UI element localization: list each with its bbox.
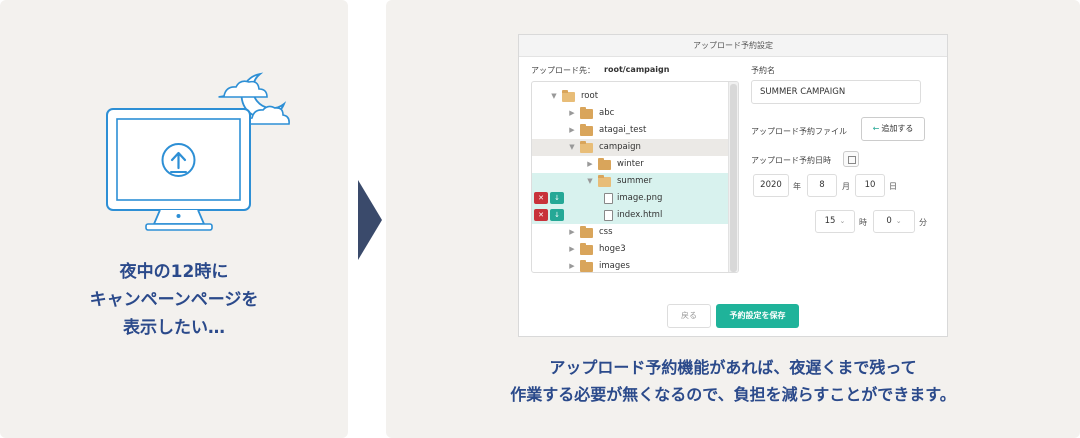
destination-path: root/campaign [604,65,670,74]
right-caption-line: 作業する必要が無くなるので、負担を減らすことができます。 [510,385,956,404]
next-arrow-icon [358,180,382,260]
hour-unit: 時 [859,218,867,227]
upload-file-label: アップロード予約ファイル [751,127,847,136]
calendar-icon[interactable] [843,151,859,167]
tree-row-css[interactable]: ▶ css [532,224,728,241]
upload-schedule-dialog: アップロード予約設定 アップロード先： root/campaign ▼ root… [518,34,948,337]
tree-label: abc [599,108,615,118]
trash-icon[interactable]: ✕ [534,192,548,204]
tree-label: summer [617,176,653,186]
folder-open-icon [562,90,575,102]
arrow-left-icon: ← [872,124,880,133]
folder-icon [580,107,593,119]
tree-label: atagai_test [599,125,647,135]
chevron-down-icon: ⌄ [839,217,846,225]
folder-icon [580,260,593,272]
tree-label: index.html [617,210,663,220]
right-caption-line: アップロード予約機能があれば、夜遅くまで残って [549,358,917,377]
tree-label: winter [617,159,644,169]
folder-tree: ▼ root ▶ abc ▶ atagai_test ▼ campaign ▶ … [531,81,739,273]
add-file-label: 追加する [881,124,914,133]
left-caption-line: キャンペーンページを [89,290,259,310]
upload-icon [161,143,196,177]
tree-label: css [599,227,613,237]
left-caption-line: 夜中の12時に [119,262,229,282]
reservation-name-input[interactable]: SUMMER CAMPAIGN [751,80,921,104]
folder-icon [580,226,593,238]
right-caption: アップロード予約機能があれば、夜遅くまで残って 作業する必要が無くなるので、負担… [386,354,1080,408]
minute-value: 0 [886,216,892,226]
month-unit: 月 [842,182,850,191]
chevron-down-icon[interactable]: ▼ [550,88,558,105]
hour-select[interactable]: 15 ⌄ [815,210,855,233]
tree-row-summer[interactable]: ▼ summer [532,173,728,190]
trash-icon[interactable]: ✕ [534,209,548,221]
tree-row-abc[interactable]: ▶ abc [532,105,728,122]
tree-label: images [599,261,630,271]
folder-icon [580,243,593,255]
destination-label: アップロード先： [531,66,595,75]
add-file-button[interactable]: ← 追加する [861,117,925,141]
tree-label: root [581,91,599,101]
left-caption: 夜中の12時に キャンペーンページを 表示したい… [0,258,348,342]
download-icon[interactable]: ↓ [550,209,564,221]
tree-label: campaign [599,142,641,152]
tree-scrollbar-thumb[interactable] [730,84,737,272]
file-icon [604,193,613,204]
chevron-right-icon[interactable]: ▶ [568,241,576,258]
day-input[interactable]: 10 [855,174,885,197]
year-input[interactable]: 2020 [753,174,789,197]
download-icon[interactable]: ↓ [550,192,564,204]
minute-unit: 分 [919,218,927,227]
chevron-right-icon[interactable]: ▶ [586,156,594,173]
day-unit: 日 [889,182,897,191]
tree-scrollbar[interactable] [728,82,738,272]
tree-row-image-png[interactable]: ✕ ↓ image.png [532,190,728,207]
chevron-right-icon[interactable]: ▶ [568,258,576,272]
monitor-upload-illustration [106,72,290,231]
tree-label: hoge3 [599,244,626,254]
dialog-title: アップロード予約設定 [519,35,947,57]
tree-row-root[interactable]: ▼ root [532,88,728,105]
tree-row-images[interactable]: ▶ images [532,258,728,272]
tree-label: image.png [617,193,663,203]
folder-open-icon [580,141,593,153]
tree-row-winter[interactable]: ▶ winter [532,156,728,173]
chevron-down-icon[interactable]: ▼ [568,139,576,156]
folder-icon [580,124,593,136]
minute-select[interactable]: 0 ⌄ [873,210,915,233]
chevron-right-icon[interactable]: ▶ [568,105,576,122]
chevron-down-icon: ⌄ [895,217,902,225]
chevron-right-icon[interactable]: ▶ [568,122,576,139]
save-reservation-button[interactable]: 予約設定を保存 [716,304,799,328]
chevron-down-icon[interactable]: ▼ [586,173,594,190]
month-input[interactable]: 8 [807,174,837,197]
back-button[interactable]: 戻る [667,304,711,328]
reservation-name-label: 予約名 [751,66,775,75]
tree-row-index-html[interactable]: ✕ ↓ index.html [532,207,728,224]
file-icon [604,210,613,221]
datetime-label: アップロード予約日時 [751,156,831,165]
folder-open-icon [598,175,611,187]
tree-row-atagai-test[interactable]: ▶ atagai_test [532,122,728,139]
left-caption-line: 表示したい… [123,318,225,338]
folder-icon [598,158,611,170]
tree-row-campaign[interactable]: ▼ campaign [532,139,728,156]
chevron-right-icon[interactable]: ▶ [568,224,576,241]
tree-row-hoge3[interactable]: ▶ hoge3 [532,241,728,258]
year-unit: 年 [793,182,801,191]
hour-value: 15 [824,216,836,226]
